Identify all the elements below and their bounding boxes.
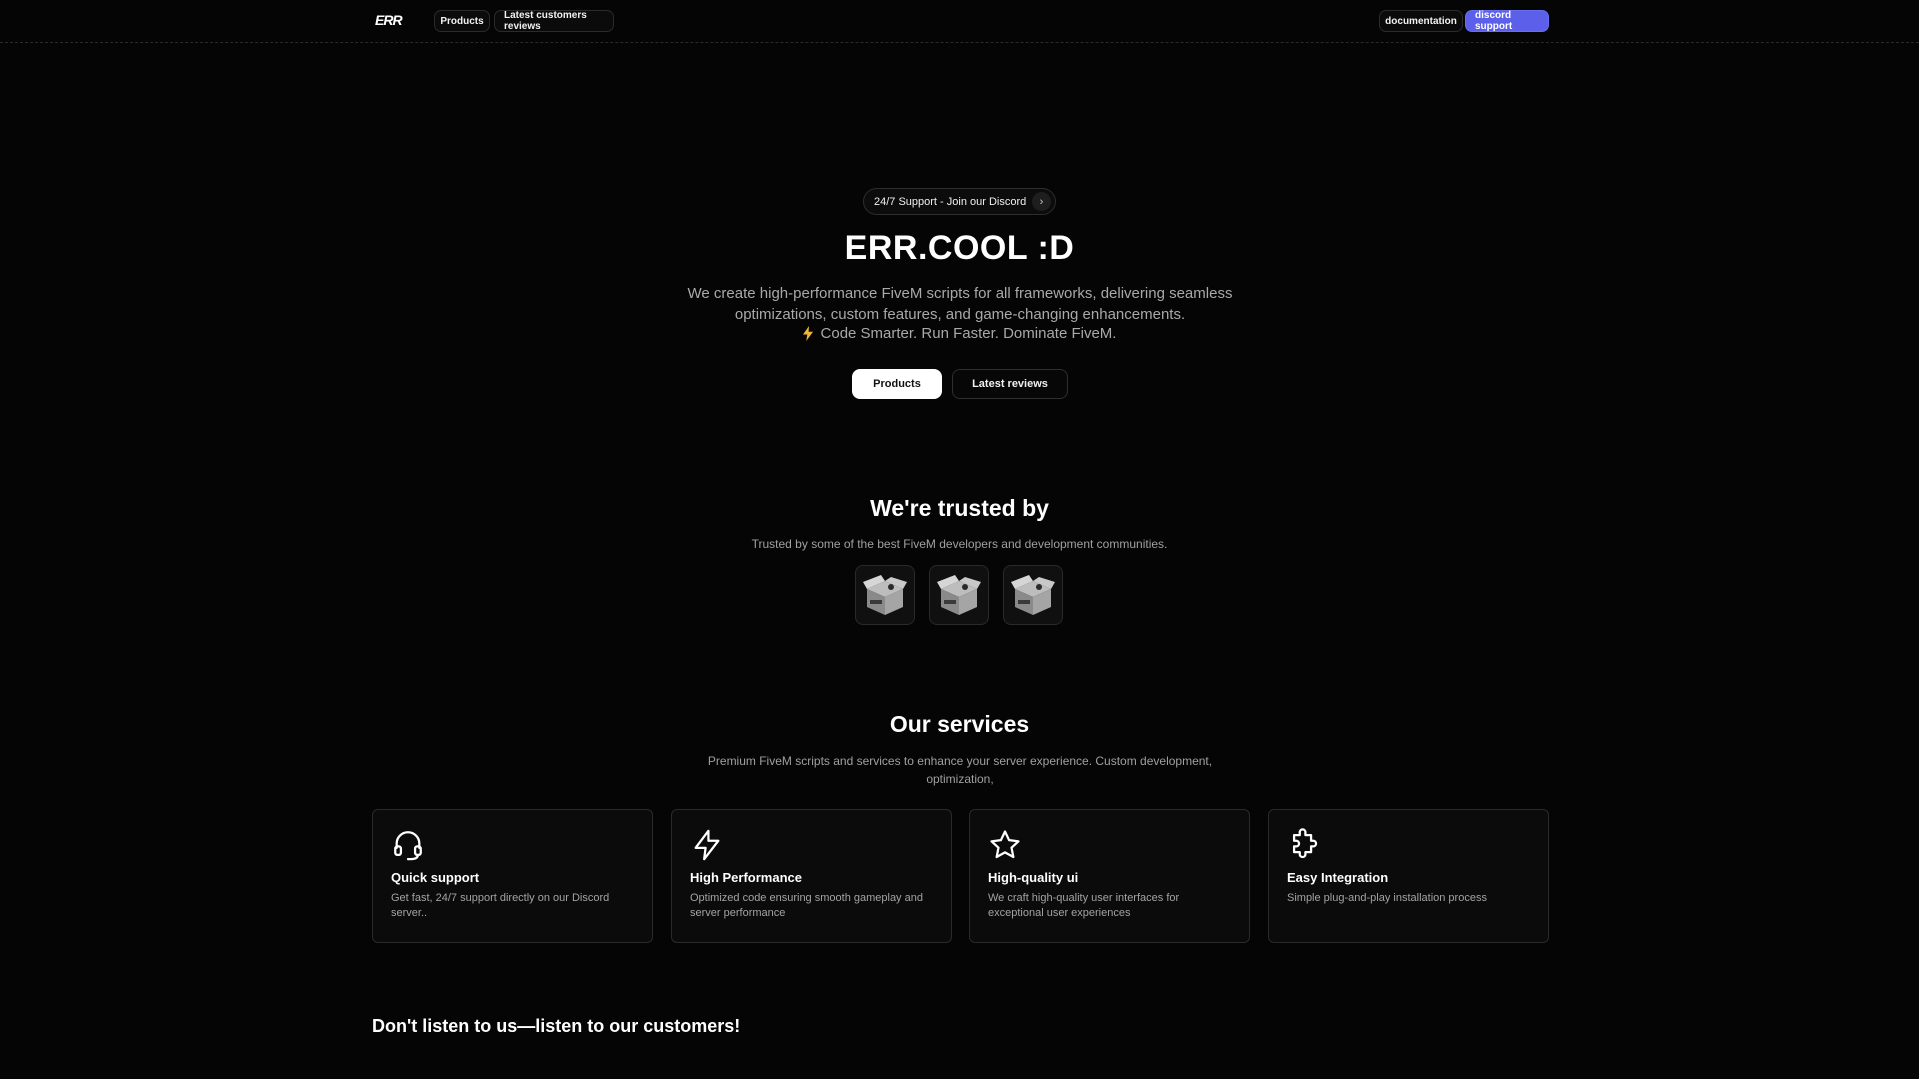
hero-tagline: Code Smarter. Run Faster. Dominate FiveM… — [0, 325, 1919, 342]
box-icon — [863, 575, 907, 615]
service-card-title: Quick support — [391, 870, 480, 885]
chevron-right-icon: › — [1032, 192, 1051, 211]
lightning-icon — [694, 829, 720, 861]
documentation-button[interactable]: documentation — [1379, 10, 1463, 32]
support-pill-label: 24/7 Support - Join our Discord — [874, 195, 1027, 208]
support-discord-pill[interactable]: 24/7 Support - Join our Discord › — [863, 188, 1056, 215]
hero-title: ERR.COOL :D — [844, 229, 1075, 267]
service-card-text: Simple plug-and-play installation proces… — [1287, 892, 1487, 904]
service-card-text: We craft high-quality user interfaces fo… — [988, 892, 1180, 919]
page: ERR Products Latest customers reviews do… — [0, 0, 1919, 1079]
star-icon — [990, 830, 1020, 859]
partner-logo[interactable] — [1003, 565, 1063, 625]
service-card-title: High-quality ui — [988, 870, 1079, 885]
latest-reviews-button[interactable]: Latest reviews — [952, 369, 1068, 399]
partner-logo[interactable] — [929, 565, 989, 625]
service-card-title: Easy Integration — [1287, 870, 1389, 885]
lightning-icon — [802, 326, 813, 341]
box-icon — [937, 575, 981, 615]
box-icon — [1011, 575, 1055, 615]
top-nav: ERR Products Latest customers reviews do… — [0, 0, 1919, 43]
puzzle-icon — [1292, 828, 1318, 859]
customers-section-title: Don't listen to us—listen to our custome… — [372, 1016, 741, 1036]
service-card-high-quality-ui: High-quality ui We craft high-quality us… — [969, 809, 1250, 943]
headset-icon — [394, 831, 422, 861]
service-card-title: High Performance — [690, 870, 802, 885]
service-card-high-performance: High Performance Optimized code ensuring… — [671, 809, 952, 943]
service-card-text: Get fast, 24/7 support directly on our D… — [391, 892, 610, 919]
svg-text:ERR: ERR — [375, 13, 403, 27]
hero-description: We create high-performance FiveM scripts… — [687, 285, 1233, 323]
nav-products-button[interactable]: Products — [434, 10, 490, 32]
nav-reviews-button[interactable]: Latest customers reviews — [494, 10, 614, 32]
service-card-quick-support: Quick support Get fast, 24/7 support dir… — [372, 809, 653, 943]
services-title: Our services — [889, 711, 1030, 737]
products-button[interactable]: Products — [852, 369, 942, 399]
service-card-easy-integration: Easy Integration Simple plug-and-play in… — [1268, 809, 1549, 943]
service-card-text: Optimized code ensuring smooth gameplay … — [690, 892, 923, 919]
trusted-title: We're trusted by — [870, 495, 1049, 521]
err-logo[interactable]: ERR — [375, 13, 415, 27]
partner-logo[interactable] — [855, 565, 915, 625]
discord-support-button[interactable]: discord support — [1465, 10, 1549, 32]
services-subtitle: Premium FiveM scripts and services to en… — [707, 754, 1213, 786]
tagline-text: Code Smarter. Run Faster. Dominate FiveM… — [820, 325, 1117, 342]
trusted-subtitle: Trusted by some of the best FiveM develo… — [751, 537, 1168, 551]
